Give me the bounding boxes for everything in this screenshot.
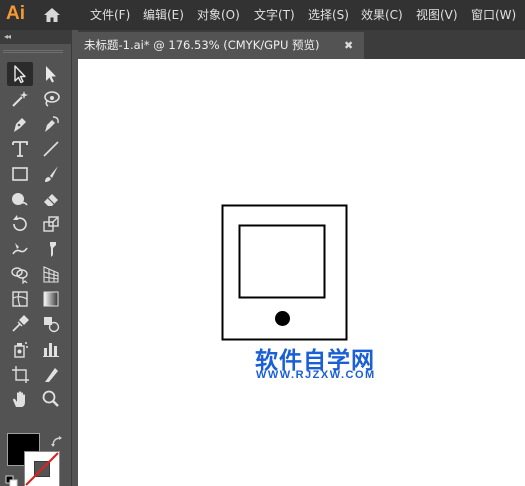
selection-tool-icon[interactable]	[7, 62, 33, 86]
lasso-tool-icon[interactable]	[38, 87, 64, 111]
swap-fill-stroke-icon[interactable]	[50, 434, 64, 448]
menu-effect[interactable]: 效果(C)	[361, 0, 403, 30]
gradient-tool-icon[interactable]	[38, 287, 64, 311]
line-segment-tool-icon[interactable]	[38, 137, 64, 161]
zoom-tool-icon[interactable]	[38, 387, 64, 411]
hand-tool-icon[interactable]	[7, 387, 33, 411]
document-tab-bar: 未标题-1.ai* @ 176.53% (CMYK/GPU 预览) ✖	[78, 30, 525, 59]
menu-view[interactable]: 视图(V)	[416, 0, 458, 30]
panel-grip[interactable]	[3, 50, 63, 53]
artboard-tool-icon[interactable]	[7, 362, 33, 386]
curvature-tool-icon[interactable]	[38, 112, 64, 136]
inner-square-shape	[238, 224, 326, 299]
puppet-warp-tool-icon[interactable]	[38, 237, 64, 261]
menu-window[interactable]: 窗口(W)	[471, 0, 516, 30]
default-fill-stroke-icon[interactable]	[5, 474, 19, 486]
column-graph-tool-icon[interactable]	[38, 337, 64, 361]
direct-selection-tool-icon[interactable]	[38, 62, 64, 86]
menu-bar: Ai 文件(F) 编辑(E) 对象(O) 文字(T) 选择(S) 效果(C) 视…	[0, 0, 525, 30]
rotate-tool-icon[interactable]	[7, 212, 33, 236]
shaper-tool-icon[interactable]	[7, 187, 33, 211]
document-tab-title: 未标题-1.ai* @ 176.53% (CMYK/GPU 预览)	[84, 38, 320, 52]
pen-tool-icon[interactable]	[7, 112, 33, 136]
blend-tool-icon[interactable]	[38, 312, 64, 336]
home-icon[interactable]	[42, 5, 62, 25]
tools-panel: ◂◂	[0, 30, 72, 486]
mesh-tool-icon[interactable]	[7, 287, 33, 311]
watermark-url: WWW.RJZXW.COM	[256, 369, 376, 381]
close-tab-button[interactable]: ✖	[344, 32, 353, 59]
collapse-panel-icon[interactable]: ◂◂	[4, 30, 11, 44]
tools-panel-header: ◂◂	[0, 30, 72, 44]
paintbrush-tool-icon[interactable]	[38, 162, 64, 186]
magic-wand-tool-icon[interactable]	[7, 87, 33, 111]
menu-file[interactable]: 文件(F)	[90, 0, 130, 30]
symbol-sprayer-tool-icon[interactable]	[7, 337, 33, 361]
warp-tool-icon[interactable]	[7, 237, 33, 261]
app-logo: Ai	[6, 3, 25, 24]
artboard-canvas[interactable]	[78, 59, 525, 486]
perspective-grid-tool-icon[interactable]	[38, 262, 64, 286]
shape-builder-tool-icon[interactable]	[7, 262, 33, 286]
scale-tool-icon[interactable]	[38, 212, 64, 236]
rectangle-tool-icon[interactable]	[7, 162, 33, 186]
eraser-tool-icon[interactable]	[38, 187, 64, 211]
menu-object[interactable]: 对象(O)	[197, 0, 240, 30]
menu-type[interactable]: 文字(T)	[254, 0, 295, 30]
menu-select[interactable]: 选择(S)	[308, 0, 349, 30]
type-tool-icon[interactable]	[7, 137, 33, 161]
eyedropper-tool-icon[interactable]	[7, 312, 33, 336]
menu-edit[interactable]: 编辑(E)	[143, 0, 184, 30]
slice-tool-icon[interactable]	[38, 362, 64, 386]
button-dot-shape	[275, 311, 290, 326]
stroke-color-swatch[interactable]	[24, 451, 60, 486]
document-tab[interactable]: 未标题-1.ai* @ 176.53% (CMYK/GPU 预览) ✖	[78, 32, 364, 59]
